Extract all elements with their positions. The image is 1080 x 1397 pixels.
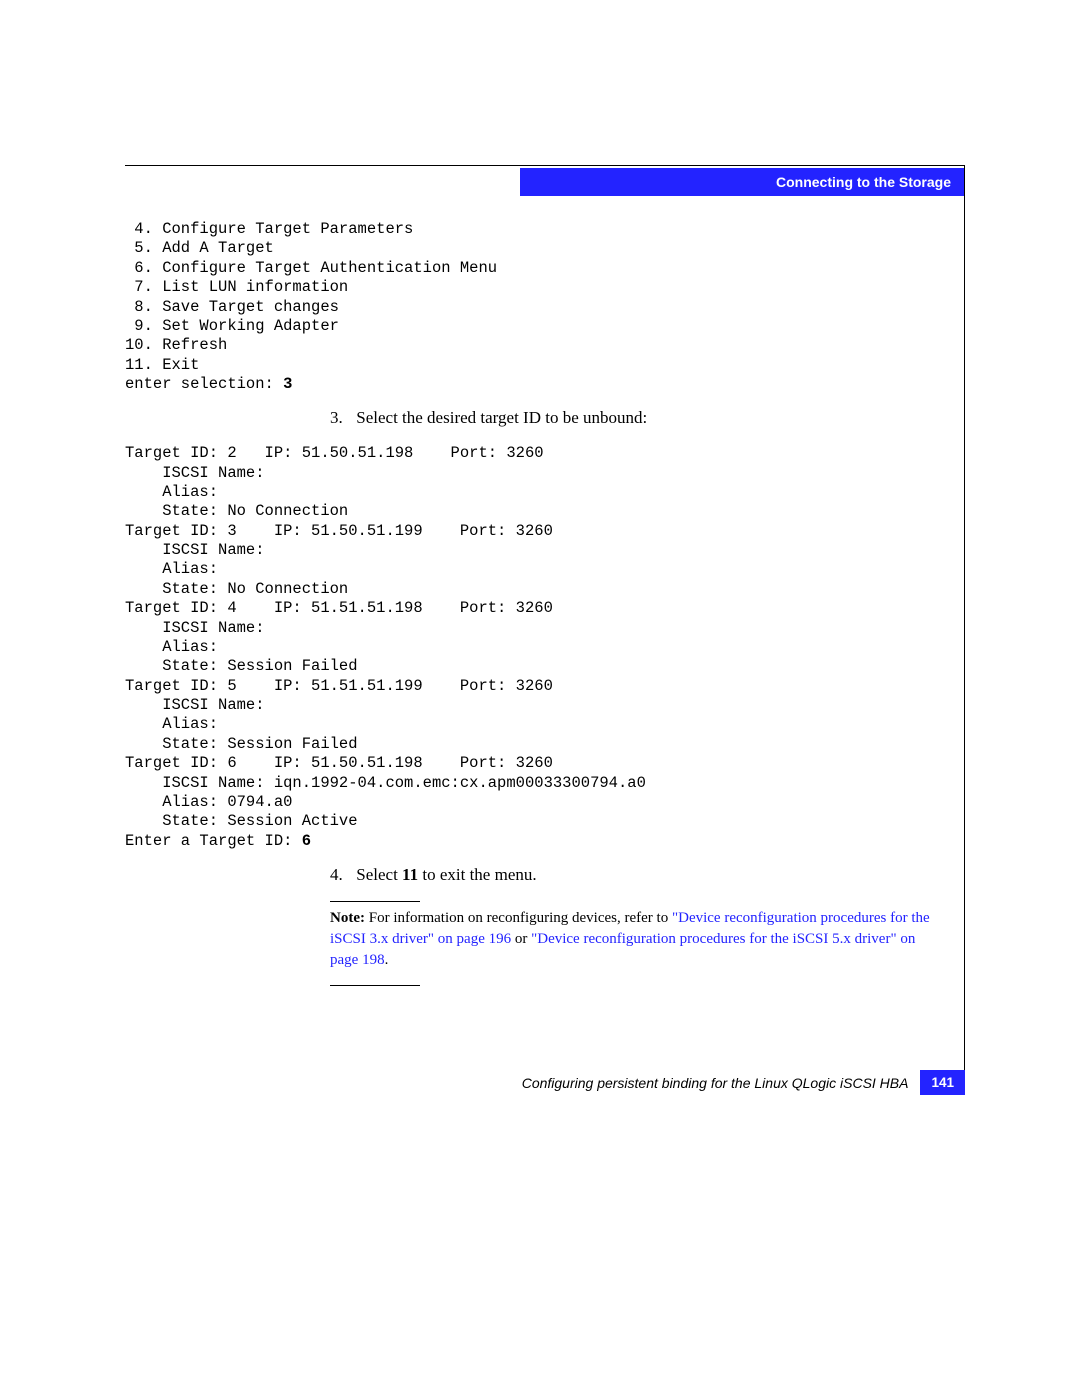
note-rule-top	[330, 901, 420, 902]
note-text-3: .	[385, 952, 389, 968]
note-text-1: For information on reconfiguring devices…	[365, 910, 672, 926]
menu-code-block: 4. Configure Target Parameters 5. Add A …	[125, 220, 945, 394]
step-number: 3.	[330, 406, 352, 430]
step-4-instruction: 4. Select 11 to exit the menu.	[125, 863, 945, 887]
note-label: Note:	[330, 910, 365, 926]
target-id-entry: 6	[302, 832, 311, 850]
step-3-instruction: 3. Select the desired target ID to be un…	[125, 406, 945, 430]
note-rule-bottom	[330, 985, 420, 986]
step-text-bold: 11	[402, 865, 418, 884]
page-number-badge: 141	[920, 1070, 965, 1095]
step-text-prefix: Select	[356, 865, 402, 884]
note-text-2: or	[511, 931, 531, 947]
menu-text: 4. Configure Target Parameters 5. Add A …	[125, 220, 497, 393]
target-list-text: Target ID: 2 IP: 51.50.51.198 Port: 3260…	[125, 444, 646, 850]
page-footer: Configuring persistent binding for the L…	[125, 1070, 965, 1095]
target-list-code-block: Target ID: 2 IP: 51.50.51.198 Port: 3260…	[125, 444, 945, 851]
footer-caption: Configuring persistent binding for the L…	[522, 1075, 909, 1091]
menu-selection-value: 3	[283, 375, 292, 393]
page-content: 4. Configure Target Parameters 5. Add A …	[125, 165, 965, 986]
note-block: Note: For information on reconfiguring d…	[330, 908, 945, 971]
document-page: Connecting to the Storage 4. Configure T…	[0, 0, 1080, 1397]
step-text-suffix: to exit the menu.	[418, 865, 537, 884]
step-number: 4.	[330, 863, 352, 887]
step-text: Select the desired target ID to be unbou…	[356, 408, 647, 427]
